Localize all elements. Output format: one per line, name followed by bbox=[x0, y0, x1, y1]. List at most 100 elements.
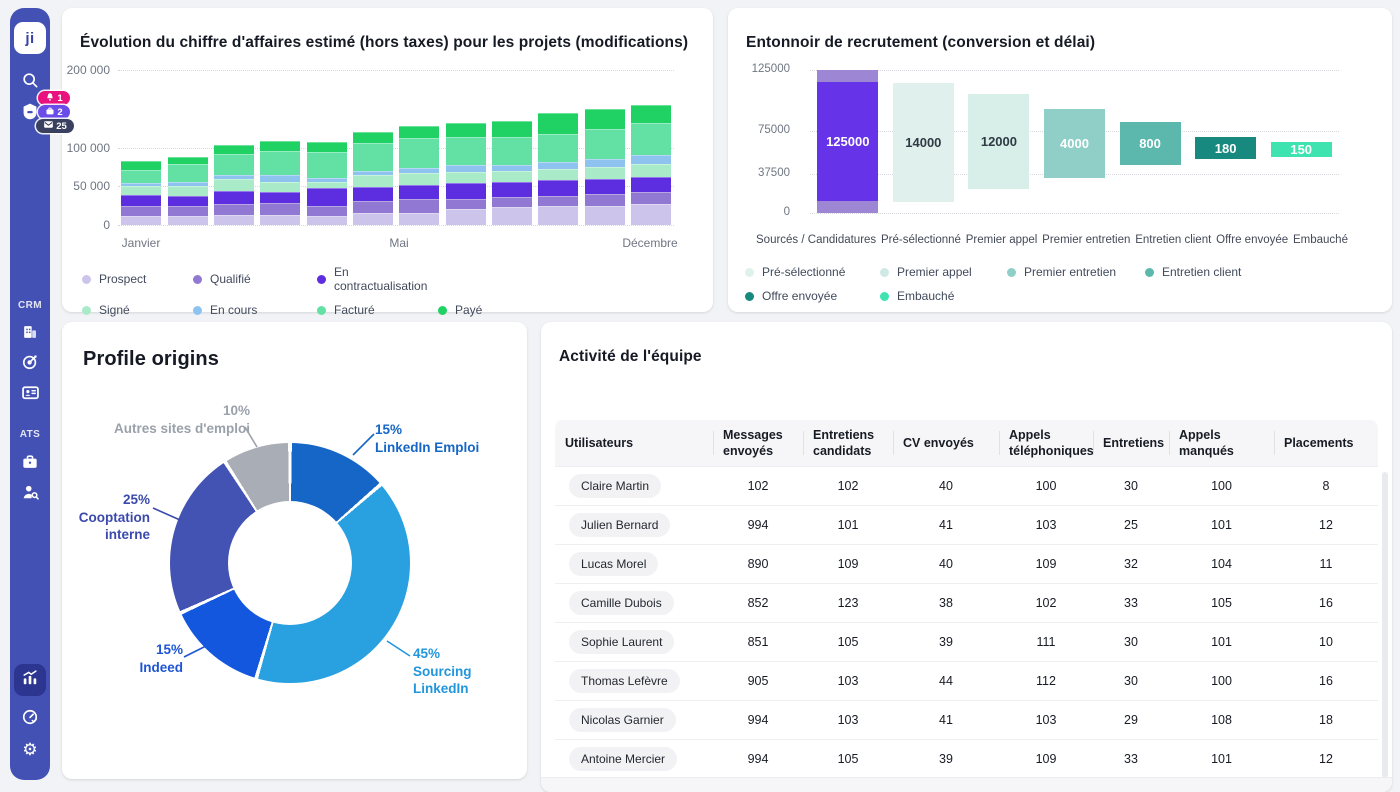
sidebar-item-jobs[interactable] bbox=[18, 452, 42, 476]
bar-segment bbox=[492, 171, 532, 183]
user-cell: Julien Bernard bbox=[555, 513, 713, 537]
notification-badge-1[interactable]: 2 bbox=[38, 105, 70, 119]
legend-item-funnel[interactable]: Pré-sélectionné bbox=[745, 265, 880, 279]
bar-segment bbox=[538, 206, 578, 225]
metric-cell: 11 bbox=[1274, 557, 1378, 571]
bell-icon bbox=[45, 92, 55, 105]
user-name-pill[interactable]: Nicolas Garnier bbox=[569, 708, 676, 732]
column-header-6[interactable]: Entretiens bbox=[1093, 435, 1169, 451]
user-name-pill[interactable]: Claire Martin bbox=[569, 474, 661, 498]
revenue-bar-octobre[interactable] bbox=[538, 113, 578, 225]
user-name-pill[interactable]: Camille Dubois bbox=[569, 591, 674, 615]
bar-segment bbox=[121, 170, 161, 183]
user-name-pill[interactable]: Sophie Laurent bbox=[569, 630, 674, 654]
user-cell: Sophie Laurent bbox=[555, 630, 713, 654]
metric-cell: 102 bbox=[803, 479, 893, 493]
revenue-bar-septembre[interactable] bbox=[492, 121, 532, 225]
funnel-bar-3[interactable]: 12000 bbox=[968, 94, 1029, 189]
user-name-pill[interactable]: Antoine Mercier bbox=[569, 747, 677, 771]
legend-item-revenue[interactable]: Prospect bbox=[82, 265, 193, 293]
notification-badge-2[interactable]: 25 bbox=[36, 119, 74, 133]
legend-label: Prospect bbox=[99, 272, 146, 286]
legend-item-funnel[interactable]: Premier appel bbox=[880, 265, 1007, 279]
user-name-pill[interactable]: Lucas Morel bbox=[569, 552, 658, 576]
revenue-bar-mai[interactable] bbox=[307, 142, 347, 225]
bar-segment bbox=[260, 151, 300, 175]
legend-item-revenue[interactable]: En cours bbox=[193, 303, 317, 317]
bar-segment bbox=[631, 177, 671, 193]
bar-segment bbox=[121, 161, 161, 170]
revenue-bar-juillet[interactable] bbox=[399, 126, 439, 225]
bar-segment bbox=[446, 209, 486, 225]
metric-cell: 10 bbox=[1274, 635, 1378, 649]
column-header-7[interactable]: Appels manqués bbox=[1169, 427, 1274, 460]
user-name-pill[interactable]: Thomas Lefèvre bbox=[569, 669, 680, 693]
target-icon bbox=[20, 352, 40, 377]
funnel-bar-6[interactable]: 180 bbox=[1195, 137, 1256, 159]
funnel-bar-7[interactable]: 150 bbox=[1271, 142, 1332, 157]
column-header-3[interactable]: Entretiens candidats bbox=[803, 427, 893, 460]
bar-segment bbox=[492, 182, 532, 197]
column-header-8[interactable]: Placements bbox=[1274, 435, 1378, 451]
legend-item-revenue[interactable]: Payé bbox=[438, 303, 482, 317]
metric-cell: 12 bbox=[1274, 518, 1378, 532]
legend-item-revenue[interactable]: En contractualisation bbox=[317, 265, 438, 293]
funnel-value-label: 800 bbox=[1139, 136, 1161, 151]
bar-segment bbox=[585, 206, 625, 225]
funnel-bar-4[interactable]: 4000 bbox=[1044, 109, 1105, 178]
bar-segment bbox=[260, 175, 300, 183]
legend-item-revenue[interactable]: Signé bbox=[82, 303, 193, 317]
sidebar-item-companies[interactable] bbox=[18, 322, 42, 346]
legend-item-revenue[interactable]: Facturé bbox=[317, 303, 438, 317]
sidebar-item-search[interactable] bbox=[18, 70, 42, 94]
column-header-4[interactable]: CV envoyés bbox=[893, 435, 999, 451]
funnel-bar-2[interactable]: 14000 bbox=[893, 83, 954, 202]
legend-item-funnel[interactable]: Offre envoyée bbox=[745, 289, 880, 303]
funnel-value-label: 12000 bbox=[981, 134, 1017, 149]
sidebar-item-settings[interactable]: ⚙ bbox=[18, 737, 42, 761]
sidebar-item-candidates[interactable] bbox=[18, 483, 42, 507]
column-header-5[interactable]: Appels téléphoniques bbox=[999, 427, 1093, 460]
x-axis-tick: Janvier bbox=[122, 236, 161, 250]
funnel-bar-5[interactable]: 800 bbox=[1120, 122, 1181, 165]
revenue-bar-mars[interactable] bbox=[214, 145, 254, 225]
legend-item-funnel[interactable]: Embauché bbox=[880, 289, 1007, 303]
revenue-y-axis: 200 000100 00050 0000 bbox=[62, 70, 110, 225]
revenue-bar-février[interactable] bbox=[168, 157, 208, 225]
funnel-bar-1[interactable]: 125000 bbox=[817, 70, 878, 213]
person-search-icon bbox=[20, 482, 41, 508]
revenue-bar-janvier[interactable] bbox=[121, 161, 161, 225]
metric-cell: 109 bbox=[999, 557, 1093, 571]
sidebar-item-analytics[interactable] bbox=[14, 664, 46, 696]
legend-dot bbox=[317, 275, 326, 284]
revenue-bar-avril[interactable] bbox=[260, 141, 300, 225]
metric-cell: 103 bbox=[803, 674, 893, 688]
column-header-2[interactable]: Messages envoyés bbox=[713, 427, 803, 460]
revenue-x-axis: JanvierMaiDécembre bbox=[62, 236, 713, 252]
legend-dot bbox=[745, 292, 754, 301]
metric-cell: 100 bbox=[999, 479, 1093, 493]
column-header-1[interactable]: Utilisateurs bbox=[555, 435, 713, 451]
revenue-bar-novembre[interactable] bbox=[585, 109, 625, 225]
table-scrollbar[interactable] bbox=[1382, 472, 1388, 778]
sidebar-item-contacts[interactable] bbox=[18, 383, 42, 407]
legend-item-revenue[interactable]: Qualifié bbox=[193, 265, 317, 293]
sidebar-item-targets[interactable] bbox=[18, 352, 42, 376]
sidebar-item-performance[interactable] bbox=[18, 707, 42, 731]
bar-segment bbox=[631, 164, 671, 177]
revenue-bar-août[interactable] bbox=[446, 123, 486, 225]
y-axis-tick: 100 000 bbox=[67, 141, 110, 155]
notification-badge-0[interactable]: 1 bbox=[38, 91, 70, 105]
revenue-bar-décembre[interactable] bbox=[631, 105, 671, 225]
app-logo[interactable]: ji bbox=[14, 22, 46, 54]
user-name-pill[interactable]: Julien Bernard bbox=[569, 513, 670, 537]
profile-origins-donut[interactable] bbox=[170, 443, 410, 683]
briefcase-icon bbox=[20, 452, 40, 477]
legend-item-funnel[interactable]: Entretien client bbox=[1145, 265, 1241, 279]
column-header-label: Entretiens candidats bbox=[813, 428, 874, 458]
header-divider bbox=[713, 431, 714, 455]
header-divider bbox=[1169, 431, 1170, 455]
legend-item-funnel[interactable]: Premier entretien bbox=[1007, 265, 1145, 279]
revenue-bar-juin[interactable] bbox=[353, 132, 393, 225]
legend-spacer bbox=[438, 265, 482, 293]
